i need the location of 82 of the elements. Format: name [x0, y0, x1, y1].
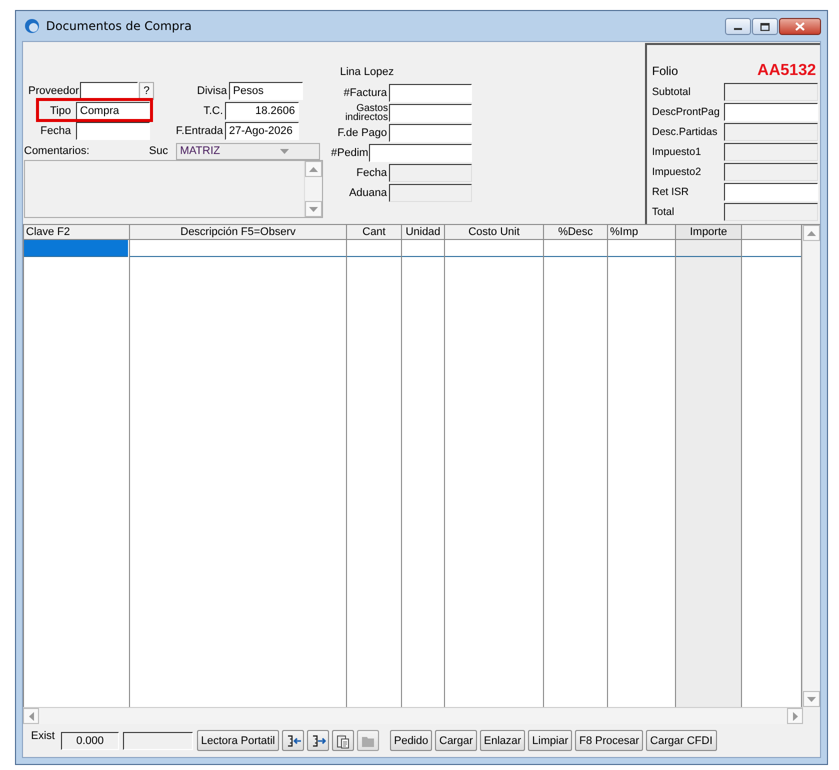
branch-dropdown[interactable]: MATRIZ — [176, 142, 320, 160]
branch-label: Suc — [149, 145, 168, 157]
field-label: T.C. — [202, 105, 224, 117]
maximize-icon — [760, 22, 770, 30]
field-label: Impuesto1 — [652, 146, 702, 158]
comments-label: Comentarios: — [24, 145, 90, 157]
input-field[interactable]: 18.2606 — [225, 102, 299, 120]
field-label: #Factura — [342, 87, 388, 99]
field-label: #Pedim — [331, 147, 369, 159]
scroll-right-icon[interactable] — [792, 712, 798, 720]
icon-button[interactable] — [282, 730, 304, 751]
input-field[interactable]: Compra — [76, 102, 150, 120]
input-field[interactable] — [724, 203, 818, 221]
field-label: Fecha — [39, 125, 72, 137]
user-name: Lina Lopez — [339, 66, 395, 80]
app-icon — [24, 18, 40, 34]
toolbar-button[interactable]: Pedido — [390, 730, 432, 751]
scroll-up-icon[interactable] — [309, 166, 318, 172]
input-field[interactable] — [724, 83, 818, 101]
field-label: Proveedor — [27, 85, 80, 97]
icon-button[interactable] — [332, 730, 354, 751]
input-field — [123, 732, 193, 750]
input-field[interactable]: 27-Ago-2026 — [225, 122, 299, 140]
input-field[interactable] — [369, 144, 472, 162]
dropdown-arrow-icon — [280, 148, 289, 154]
minimize-button[interactable] — [725, 18, 751, 35]
input-field[interactable] — [724, 183, 818, 201]
scroll-down-icon[interactable] — [309, 206, 318, 212]
exist-field: 0.000 — [61, 732, 119, 750]
input-field[interactable] — [389, 84, 472, 102]
input-field[interactable]: Pesos — [229, 82, 303, 100]
field-label: Desc.Partidas — [652, 126, 718, 138]
toolbar-button[interactable]: Cargar CFDI — [646, 730, 717, 751]
column-header[interactable]: Unidad — [402, 225, 444, 240]
icon-button[interactable] — [306, 730, 329, 751]
column-header[interactable]: Importe — [676, 225, 741, 240]
close-button[interactable] — [779, 18, 821, 35]
selected-cell[interactable] — [24, 240, 128, 257]
input-field[interactable] — [389, 124, 472, 142]
comments-field[interactable] — [24, 160, 323, 218]
toolbar-button[interactable]: Cargar — [435, 730, 477, 751]
input-field[interactable] — [76, 122, 150, 140]
toolbar-button[interactable]: Lectora Portatil — [197, 730, 279, 751]
field-label: Subtotal — [652, 86, 692, 98]
clipboard-icon — [334, 732, 351, 748]
folio-label: Folio — [652, 64, 678, 78]
input-field[interactable] — [724, 163, 818, 181]
close-icon — [795, 22, 805, 31]
field-label: Tipo — [49, 105, 72, 117]
field-label: DescProntPag — [652, 106, 721, 118]
scroll-left-icon[interactable] — [28, 712, 34, 720]
maximize-button[interactable] — [752, 18, 778, 35]
column-header[interactable]: Descripción F5=Observ — [130, 225, 346, 240]
input-field[interactable] — [724, 103, 818, 121]
column-header[interactable]: %Desc — [544, 225, 607, 240]
field-label: Gastos indirectos — [344, 104, 389, 122]
field-label: Divisa — [196, 85, 228, 97]
toolbar-button[interactable]: F8 Procesar — [575, 730, 644, 751]
input-field[interactable] — [389, 184, 472, 202]
field-label: Fecha — [355, 167, 388, 179]
input-field[interactable] — [724, 143, 818, 161]
field-label: Impuesto2 — [652, 166, 702, 178]
column-header[interactable]: %Imp — [608, 225, 675, 240]
column-header[interactable]: Cant — [347, 225, 401, 240]
exist-label: Exist — [31, 730, 56, 742]
window-title: Documentos de Compra — [46, 19, 192, 33]
field-label: F.de Pago — [336, 127, 388, 139]
scroll-up-icon[interactable] — [807, 230, 816, 236]
field-label: F.Entrada — [174, 125, 224, 137]
field-label: Aduana — [348, 187, 388, 199]
help-button[interactable]: ? — [139, 82, 154, 100]
folio-number: AA5132 — [757, 62, 816, 80]
toolbar-button[interactable]: Limpiar — [528, 730, 572, 751]
column-header[interactable]: Clave F2 — [24, 225, 129, 240]
input-field[interactable] — [389, 104, 472, 122]
field-label: Ret ISR — [652, 186, 690, 198]
input-field[interactable] — [389, 164, 472, 182]
column-header[interactable]: Costo Unit — [445, 225, 543, 240]
scroll-down-icon[interactable] — [807, 696, 816, 702]
input-field[interactable] — [724, 123, 818, 141]
toolbar-button[interactable]: Enlazar — [480, 730, 526, 751]
field-label: Total — [652, 206, 676, 218]
